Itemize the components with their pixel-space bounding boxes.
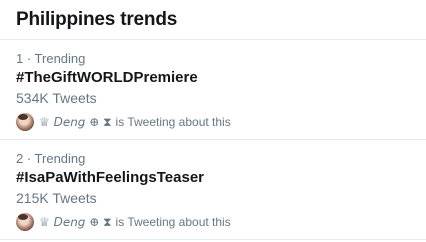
trend-tweet-count: 215K Tweets: [16, 190, 97, 206]
avatar: [16, 213, 34, 231]
tweeter-name: ♕ 𝘋𝘦𝘯𝘨 ⊕ ⧗: [39, 214, 112, 229]
trend-tweeter: ♕ 𝘋𝘦𝘯𝘨 ⊕ ⧗ is Tweeting about this: [16, 212, 410, 232]
trend-rank-label: 2 · Trending: [16, 151, 86, 166]
trends-panel: Philippines trends 1 · Trending #TheGift…: [0, 0, 426, 242]
trend-hashtag[interactable]: #IsaPaWithFeelingsTeaser: [16, 168, 410, 188]
avatar: [16, 113, 34, 131]
tweeter-suffix: is Tweeting about this: [115, 215, 231, 229]
trend-hashtag[interactable]: #TheGiftWORLDPremiere: [16, 68, 410, 88]
trend-item-2[interactable]: 2 · Trending #IsaPaWithFeelingsTeaser 21…: [0, 140, 426, 240]
trend-tweet-count: 534K Tweets: [16, 90, 97, 106]
tweeter-suffix: is Tweeting about this: [115, 115, 231, 129]
trend-tweeter: ♕ 𝘋𝘦𝘯𝘨 ⊕ ⧗ is Tweeting about this: [16, 112, 410, 132]
trend-item-1[interactable]: 1 · Trending #TheGiftWORLDPremiere 534K …: [0, 40, 426, 140]
tweeter-name: ♕ 𝘋𝘦𝘯𝘨 ⊕ ⧗: [39, 114, 112, 129]
trends-title: Philippines trends: [16, 8, 178, 30]
trends-header: Philippines trends: [0, 0, 426, 40]
trend-rank-label: 1 · Trending: [16, 51, 86, 66]
